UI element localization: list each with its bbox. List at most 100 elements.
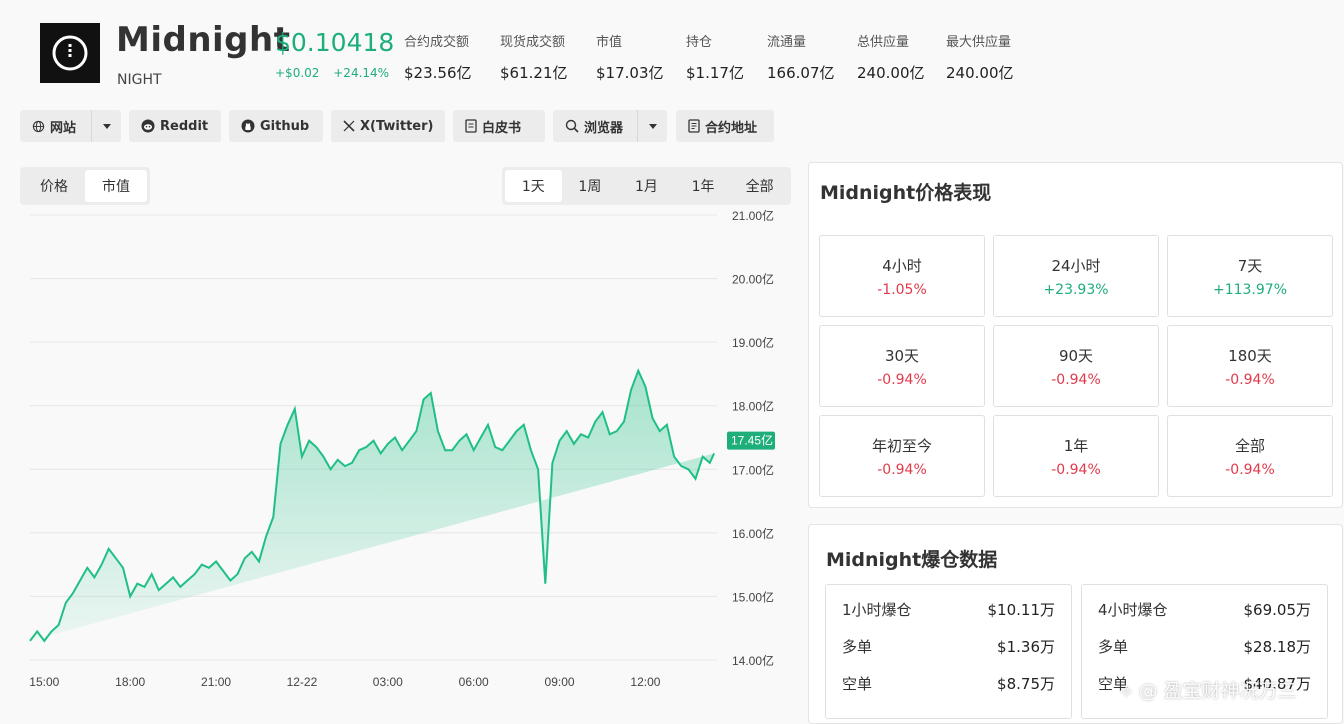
stat-total-supply: 总供应量 240.00亿 — [857, 31, 925, 83]
twitter-button[interactable]: X(Twitter) — [331, 110, 445, 142]
y-tick-label: 17.00亿 — [732, 462, 774, 477]
perf-period: 30天 — [884, 346, 920, 365]
liquidation-total: $10.11万 — [987, 601, 1056, 619]
liquidation-short-row: 空单 $8.75万 — [842, 665, 1055, 702]
liquidation-long-row: 多单 $1.36万 — [842, 628, 1055, 665]
liquidation-total: $69.05万 — [1243, 601, 1312, 619]
perf-cell-30d: 30天 -0.94% — [819, 325, 985, 407]
market-cap-chart[interactable]: 21.00亿 20.00亿 19.00亿 18.00亿 17.00亿 16.00亿 15.0… — [20, 205, 790, 695]
coin-name: Midnight — [116, 20, 291, 60]
y-tick-label: 19.00亿 — [732, 335, 774, 350]
midnight-logo-icon — [52, 35, 88, 71]
range-1m[interactable]: 1月 — [618, 170, 675, 202]
watermark: ⟡ @ 盈宝财神况万三 — [1120, 676, 1297, 703]
range-1y[interactable]: 1年 — [675, 170, 732, 202]
twitter-label: X(Twitter) — [360, 118, 434, 134]
reddit-button[interactable]: Reddit — [129, 110, 221, 142]
range-1w[interactable]: 1周 — [562, 170, 619, 202]
panel-title: Midnight价格表现 — [820, 182, 992, 204]
explorer-button-group: 浏览器 — [553, 110, 667, 142]
stat-contract-volume: 合约成交额 $23.56亿 — [404, 31, 472, 83]
range-1d[interactable]: 1天 — [505, 170, 562, 202]
price-change-abs: +$0.02 — [275, 66, 320, 80]
perf-period: 4小时 — [882, 256, 922, 275]
twitter-button-inner: X(Twitter) — [331, 110, 445, 142]
contract-address-button[interactable]: 合约地址 — [676, 110, 774, 142]
toggle-market-cap[interactable]: 市值 — [85, 170, 147, 202]
perf-value: -0.94% — [1225, 461, 1275, 478]
stat-label: 最大供应量 — [946, 35, 1012, 50]
stat-value: 240.00亿 — [946, 64, 1014, 82]
watermark-icon: ⟡ @ — [1120, 680, 1164, 702]
github-button-inner: Github — [229, 110, 321, 142]
perf-cell-180d: 180天 -0.94% — [1167, 325, 1333, 407]
long-value: $28.18万 — [1243, 638, 1312, 656]
short-label: 空单 — [842, 675, 873, 693]
website-button-group: 网站 — [20, 110, 121, 142]
stat-market-cap: 市值 $17.03亿 — [596, 31, 664, 83]
stat-open-interest: 持仓 $1.17亿 — [686, 31, 744, 83]
explorer-button[interactable]: 浏览器 — [553, 110, 635, 142]
perf-period: 7天 — [1237, 256, 1263, 275]
x-tick-label: 21:00 — [201, 675, 231, 689]
perf-value: -0.94% — [877, 461, 927, 478]
reddit-label: Reddit — [160, 118, 209, 134]
whitepaper-button[interactable]: 白皮书 — [453, 110, 545, 142]
website-dropdown-button[interactable] — [91, 110, 121, 142]
contract-address-label: 合约地址 — [705, 120, 758, 136]
perf-period: 全部 — [1234, 436, 1265, 455]
x-tick-label: 18:00 — [115, 675, 145, 689]
price-performance-panel: Midnight价格表现 4小时 -1.05% 24小时 +23.93% 7天 … — [808, 162, 1343, 508]
liquidation-long-row: 多单 $28.18万 — [1098, 628, 1311, 665]
price-change: +$0.02 +24.14% — [275, 66, 399, 80]
perf-value: -0.94% — [877, 371, 927, 388]
x-tick-label: 03:00 — [373, 675, 403, 689]
stat-value: $61.21亿 — [500, 64, 568, 82]
website-label: 网站 — [50, 120, 77, 136]
long-value: $1.36万 — [997, 638, 1055, 656]
y-tick-label: 15.00亿 — [732, 589, 774, 604]
stat-max-supply: 最大供应量 240.00亿 — [946, 31, 1014, 83]
watermark-text: 盈宝财神况万三 — [1163, 680, 1297, 702]
perf-period: 年初至今 — [871, 436, 932, 455]
stat-value: 240.00亿 — [857, 64, 925, 82]
current-value-label: 17.45亿 — [731, 433, 773, 448]
y-tick-label: 21.00亿 — [732, 208, 774, 223]
short-value: $8.75万 — [997, 675, 1055, 693]
range-selector: 1天 1周 1月 1年 全部 — [502, 167, 791, 205]
whitepaper-label: 白皮书 — [482, 120, 522, 136]
liquidation-box-1h: 1小时爆仓 $10.11万 多单 $1.36万 空单 $8.75万 — [825, 584, 1072, 719]
stat-value: $23.56亿 — [404, 64, 472, 82]
perf-value: +113.97% — [1212, 281, 1288, 298]
perf-cell-4h: 4小时 -1.05% — [819, 235, 985, 317]
github-button[interactable]: Github — [229, 110, 323, 142]
stat-label: 持仓 — [686, 35, 713, 50]
perf-value: -0.94% — [1051, 371, 1101, 388]
x-tick-label: 06:00 — [459, 675, 489, 689]
chevron-down-icon — [648, 123, 657, 129]
stat-value: 166.07亿 — [767, 64, 835, 82]
y-tick-label: 16.00亿 — [732, 526, 774, 541]
y-tick-label: 14.00亿 — [732, 653, 774, 668]
whitepaper-button-inner: 白皮书 — [453, 110, 533, 142]
globe-icon — [32, 120, 45, 132]
perf-period: 24小时 — [1051, 256, 1101, 275]
reddit-button-inner: Reddit — [129, 110, 220, 142]
github-icon — [241, 119, 255, 133]
panel-title: Midnight爆仓数据 — [826, 549, 998, 571]
liquidation-total-row: 1小时爆仓 $10.11万 — [842, 591, 1055, 628]
range-all[interactable]: 全部 — [731, 170, 788, 202]
website-button[interactable]: 网站 — [20, 110, 88, 142]
y-tick-label: 20.00亿 — [732, 272, 774, 287]
explorer-label: 浏览器 — [584, 120, 624, 136]
stat-circulating: 流通量 166.07亿 — [767, 31, 835, 83]
chart-area-fill — [30, 370, 715, 641]
perf-cell-all: 全部 -0.94% — [1167, 415, 1333, 497]
explorer-dropdown-button[interactable] — [637, 110, 667, 142]
document-icon — [465, 119, 477, 133]
y-tick-label: 18.00亿 — [732, 399, 774, 414]
toggle-price[interactable]: 价格 — [23, 170, 85, 202]
contract-address-button-inner: 合约地址 — [676, 110, 769, 142]
perf-period: 1年 — [1063, 436, 1089, 455]
current-value-marker: 17.45亿 — [727, 431, 775, 450]
